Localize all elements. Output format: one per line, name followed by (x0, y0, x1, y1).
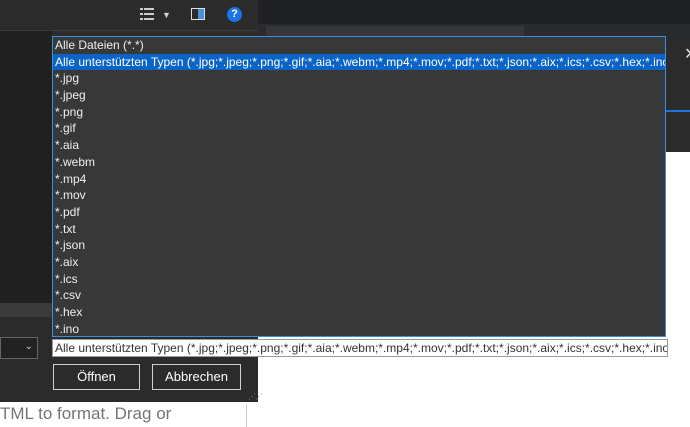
scrollbar[interactable] (0, 303, 52, 317)
dropdown-option[interactable]: *.mp4 (53, 171, 665, 188)
view-list-icon[interactable] (140, 7, 154, 24)
filetype-select[interactable]: Alle unterstützten Typen (*.jpg;*.jpeg;*… (52, 339, 668, 357)
filename-field[interactable]: ⌄ (0, 337, 38, 359)
dropdown-option[interactable]: *.ics (53, 271, 665, 288)
dropdown-option[interactable]: *.aia (53, 137, 665, 154)
dropdown-option[interactable]: *.jpeg (53, 87, 665, 104)
editor-placeholder-text: TML to format. Drag or (0, 404, 172, 423)
preview-pane-icon[interactable] (191, 7, 205, 23)
dropdown-option[interactable]: *.aix (53, 254, 665, 271)
dropdown-option[interactable]: *.txt (53, 221, 665, 238)
dropdown-option[interactable]: *.json (53, 237, 665, 254)
filetype-dropdown-list[interactable]: Alle Dateien (*.*) Alle unterstützten Typ… (52, 36, 666, 337)
dropdown-option[interactable]: *.mov (53, 187, 665, 204)
side-panel-accent-line (666, 110, 690, 112)
dropdown-option[interactable]: *.png (53, 104, 665, 121)
cancel-button[interactable]: Abbrechen (152, 364, 241, 390)
dropdown-option[interactable]: *.csv (53, 287, 665, 304)
dropdown-option[interactable]: *.hex (53, 304, 665, 321)
divider (246, 404, 247, 427)
open-button[interactable]: Öffnen (53, 364, 140, 390)
chevron-down-icon[interactable]: ▼ (162, 7, 171, 23)
dropdown-option[interactable]: Alle unterstützten Typen (*.jpg;*.jpeg;*… (53, 53, 665, 71)
dropdown-option[interactable]: *.pdf (53, 204, 665, 221)
dropdown-option[interactable]: Alle Dateien (*.*) (53, 37, 665, 54)
dropdown-option[interactable]: *.gif (53, 120, 665, 137)
navigation-pane[interactable] (0, 31, 52, 303)
dialog-toolbar: ▼ ? (0, 0, 258, 31)
browser-tab-strip (258, 0, 690, 24)
resize-grip-icon[interactable]: ⋰⋰ (248, 392, 263, 401)
help-icon[interactable]: ? (227, 7, 242, 22)
dropdown-option[interactable]: *.jpg (53, 70, 665, 87)
dropdown-option[interactable]: *.webm (53, 154, 665, 171)
dropdown-option[interactable]: *.ino (53, 321, 665, 336)
close-icon[interactable]: ✕ (684, 44, 690, 64)
chevron-down-icon[interactable]: ⌄ (25, 341, 33, 352)
